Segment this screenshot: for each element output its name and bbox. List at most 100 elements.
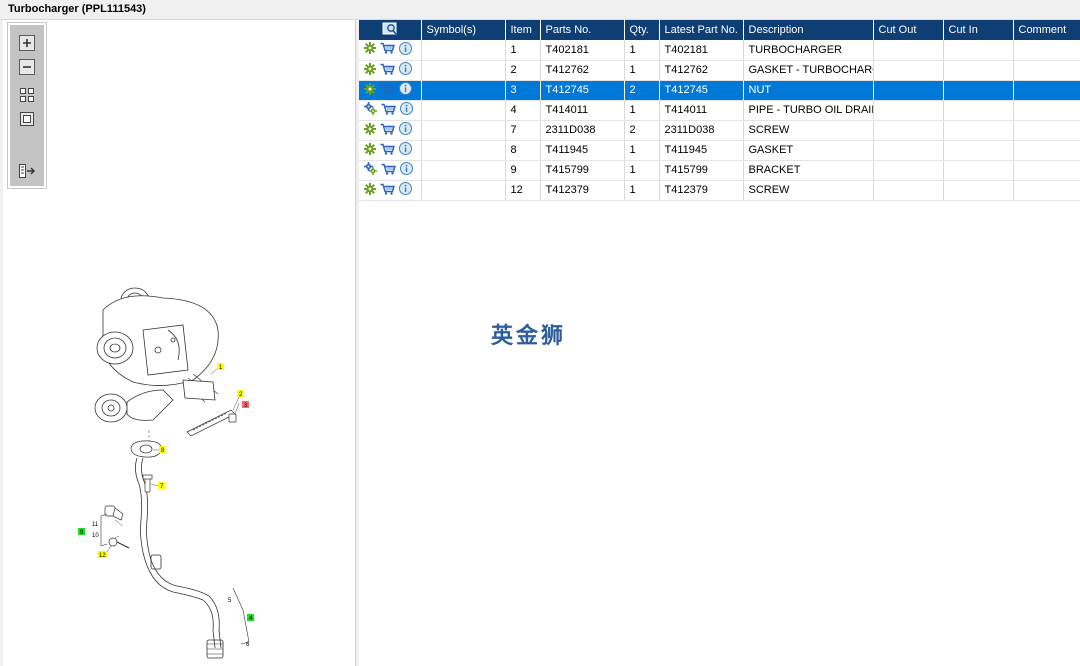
cell-comment <box>1013 180 1080 201</box>
cell-parts-no: T412762 <box>540 60 625 81</box>
cell-parts-no: 2311D038 <box>540 120 625 141</box>
part-info-button[interactable] <box>399 122 412 138</box>
callout-7[interactable]: 7 <box>158 482 165 490</box>
column-header-latest-part-no[interactable]: Latest Part No. <box>659 20 744 40</box>
cell-comment <box>1013 140 1080 161</box>
part-details-button[interactable] <box>364 162 377 178</box>
cell-description: GASKET <box>743 140 874 161</box>
table-row[interactable]: 3 T412745 2 T412745 NUT <box>359 80 1080 101</box>
table-row[interactable]: 2 T412762 1 T412762 GASKET - TURBOCHARGE… <box>359 60 1080 81</box>
exploded-parts-diagram[interactable]: 1 2 3 8 7 9 11 10 12 5 4 6 <box>63 270 283 666</box>
add-to-cart-button[interactable] <box>380 63 395 78</box>
part-info-button[interactable] <box>399 62 412 78</box>
table-row[interactable]: 9 T415799 1 T415799 BRACKET <box>359 160 1080 181</box>
table-row[interactable]: 8 T411945 1 T411945 GASKET <box>359 140 1080 161</box>
info-icon <box>399 62 412 75</box>
cell-qty: 1 <box>624 140 660 161</box>
callout-2[interactable]: 2 <box>237 390 244 398</box>
cell-item: 3 <box>505 80 541 101</box>
callout-3[interactable]: 3 <box>242 401 249 409</box>
part-details-button[interactable] <box>364 142 376 158</box>
add-to-cart-button[interactable] <box>381 103 396 118</box>
cell-cut-in <box>943 60 1014 81</box>
cell-cut-out <box>873 60 944 81</box>
cell-cut-in <box>943 160 1014 181</box>
column-header-symbols[interactable]: Symbol(s) <box>421 20 506 40</box>
cell-cut-in <box>943 80 1014 101</box>
column-header-description[interactable]: Description <box>743 20 874 40</box>
zoom-out-icon <box>19 59 35 75</box>
row-actions <box>359 40 422 61</box>
callout-1[interactable]: 1 <box>217 363 224 371</box>
cell-qty: 2 <box>624 120 660 141</box>
cell-symbols <box>421 80 506 101</box>
part-details-button[interactable] <box>364 62 376 78</box>
add-to-cart-button[interactable] <box>380 183 395 198</box>
column-header-qty[interactable]: Qty. <box>624 20 660 40</box>
callout-5[interactable]: 5 <box>228 598 232 604</box>
column-header-actions[interactable] <box>359 20 422 40</box>
part-info-button[interactable] <box>399 142 412 158</box>
part-details-button[interactable] <box>364 182 376 198</box>
part-info-button[interactable] <box>399 41 412 58</box>
add-to-cart-button[interactable] <box>380 42 395 57</box>
add-to-cart-button[interactable] <box>380 83 395 98</box>
callout-8[interactable]: 8 <box>159 446 166 454</box>
part-details-button[interactable] <box>364 42 376 57</box>
cart-icon <box>380 123 395 135</box>
info-icon <box>399 122 412 135</box>
cell-cut-out <box>873 100 944 121</box>
cell-symbols <box>421 100 506 121</box>
cell-latest-part-no: 2311D038 <box>659 120 744 141</box>
part-info-button[interactable] <box>400 162 413 178</box>
table-row[interactable]: 4 T414011 1 T414011 PIPE - TURBO OIL DRA… <box>359 100 1080 121</box>
cell-cut-out <box>873 160 944 181</box>
cell-cut-out <box>873 120 944 141</box>
part-details-button[interactable] <box>364 102 377 118</box>
part-info-button[interactable] <box>399 182 412 198</box>
zoom-out-button[interactable] <box>17 57 37 77</box>
add-to-cart-button[interactable] <box>380 123 395 138</box>
callout-4[interactable]: 4 <box>247 614 254 622</box>
search-parts-icon[interactable] <box>382 22 398 36</box>
column-header-cut-out[interactable]: Cut Out <box>873 20 944 40</box>
cell-qty: 1 <box>624 100 660 121</box>
cell-symbols <box>421 40 506 61</box>
cell-item: 2 <box>505 60 541 81</box>
drain-gasket-drawing <box>130 440 162 458</box>
add-to-cart-button[interactable] <box>381 163 396 178</box>
row-actions <box>359 140 422 161</box>
cell-description: SCREW <box>743 180 874 201</box>
part-info-button[interactable] <box>400 102 413 118</box>
cart-icon <box>380 63 395 75</box>
part-details-button[interactable] <box>364 122 376 138</box>
part-details-button[interactable] <box>364 82 376 98</box>
export-button[interactable] <box>17 161 37 181</box>
table-row[interactable]: 12 T412379 1 T412379 SCREW <box>359 180 1080 201</box>
column-header-parts-no[interactable]: Parts No. <box>540 20 625 40</box>
part-info-button[interactable] <box>399 82 412 98</box>
column-header-cut-in[interactable]: Cut In <box>943 20 1014 40</box>
cell-cut-in <box>943 140 1014 161</box>
window-title: Turbocharger (PPL111543) <box>0 0 1080 20</box>
callout-10[interactable]: 10 <box>92 533 99 539</box>
column-header-item[interactable]: Item <box>505 20 541 40</box>
table-row[interactable]: 1 T402181 1 T402181 TURBOCHARGER <box>359 40 1080 61</box>
add-to-cart-button[interactable] <box>380 143 395 158</box>
diagram-pane[interactable]: 1 2 3 8 7 9 11 10 12 5 4 6 <box>3 20 356 666</box>
table-row[interactable]: 7 2311D038 2 2311D038 SCREW <box>359 120 1080 141</box>
gear-icon <box>364 182 376 195</box>
callout-11[interactable]: 11 <box>92 522 99 528</box>
row-actions <box>359 60 422 81</box>
callout-9[interactable]: 9 <box>78 528 85 536</box>
fit-window-button[interactable] <box>17 109 37 129</box>
callout-6[interactable]: 6 <box>246 642 250 648</box>
cell-cut-out <box>873 140 944 161</box>
cell-symbols <box>421 140 506 161</box>
zoom-in-button[interactable] <box>17 33 37 53</box>
fit-all-button[interactable] <box>17 85 37 105</box>
cell-qty: 1 <box>624 60 660 81</box>
column-header-comment[interactable]: Comment <box>1013 20 1080 40</box>
callout-12[interactable]: 12 <box>98 551 107 559</box>
cell-parts-no: T415799 <box>540 160 625 181</box>
